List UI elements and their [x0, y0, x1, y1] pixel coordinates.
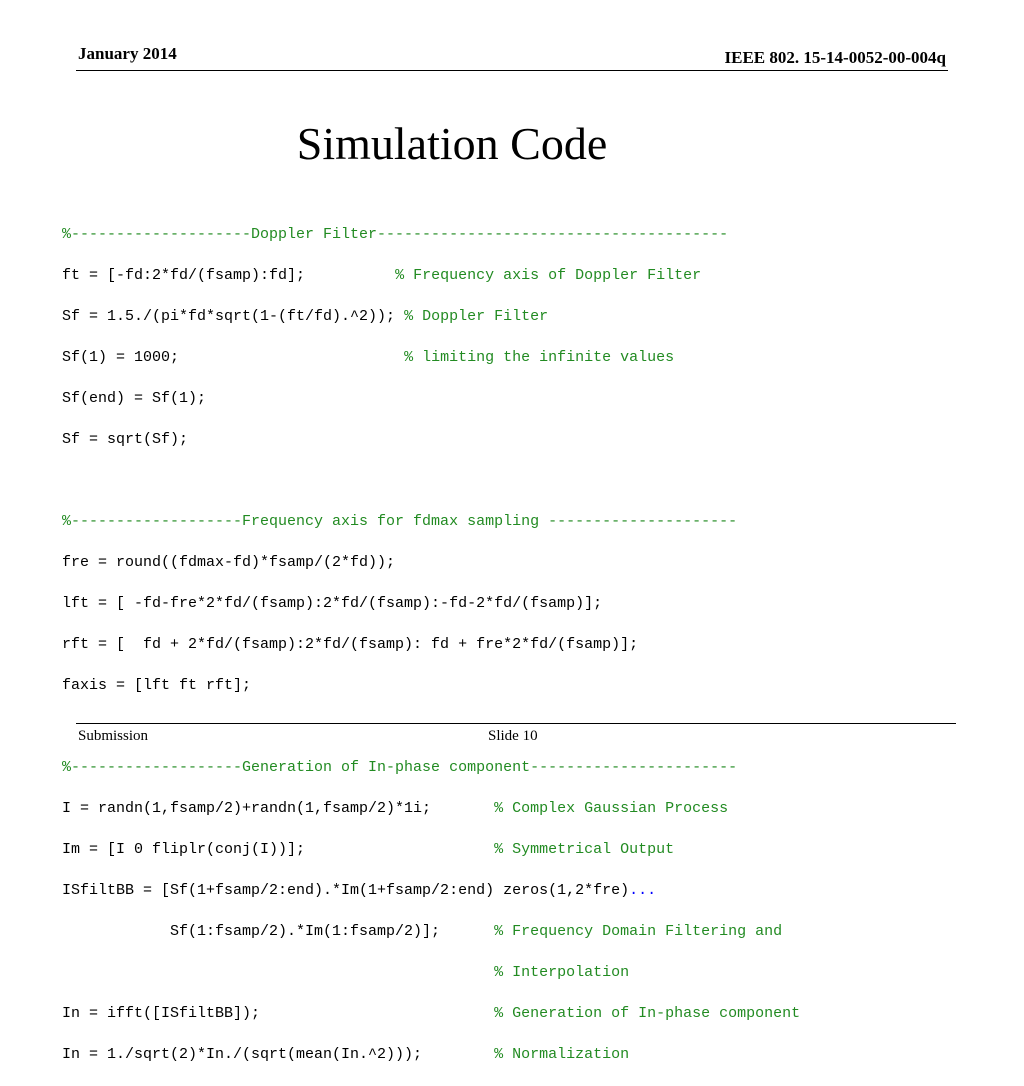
code-comment: % Generation of In-phase component — [494, 1004, 801, 1022]
code-line-6: Sf = sqrt(Sf); — [62, 430, 800, 451]
code-listing: %--------------------Doppler Filter-----… — [62, 204, 800, 1086]
code-line-20: In = ifft([ISfiltBB]); % Generation of I… — [62, 1004, 800, 1025]
code-statement: rft = [ fd + 2*fd/(fsamp):2*fd/(fsamp): … — [62, 635, 639, 653]
code-comment: % Frequency Domain Filtering and — [494, 922, 783, 940]
code-statement: In = ifft([ISfiltBB]); — [62, 1004, 261, 1022]
code-line-19: % Interpolation — [62, 963, 800, 984]
code-comment: %-------------------Generation of In-pha… — [62, 758, 738, 776]
code-statement: Sf = sqrt(Sf); — [62, 430, 189, 448]
code-line-2: ft = [-fd:2*fd/(fsamp):fd]; % Frequency … — [62, 266, 800, 287]
code-statement: Im = [I 0 fliplr(conj(I))]; — [62, 840, 306, 858]
code-line-10: lft = [ -fd-fre*2*fd/(fsamp):2*fd/(fsamp… — [62, 594, 800, 615]
code-padding — [395, 308, 404, 325]
code-line-5: Sf(end) = Sf(1); — [62, 389, 800, 410]
code-comment: % Normalization — [494, 1045, 630, 1063]
code-line-3: Sf = 1.5./(pi*fd*sqrt(1-(ft/fd).^2)); % … — [62, 307, 800, 328]
header-date: January 2014 — [78, 44, 177, 63]
code-line-18: Sf(1:fsamp/2).*Im(1:fsamp/2)]; % Frequen… — [62, 922, 800, 943]
code-padding — [422, 1046, 494, 1063]
slide-title: Simulation Code — [296, 118, 608, 169]
code-statement: lft = [ -fd-fre*2*fd/(fsamp):2*fd/(fsamp… — [62, 594, 603, 612]
code-statement: Sf(1:fsamp/2).*Im(1:fsamp/2)]; — [62, 922, 441, 940]
code-comment: %-------------------Frequency axis for f… — [62, 512, 738, 530]
footer-submission: Submission — [78, 728, 149, 744]
code-padding — [305, 841, 494, 858]
code-statement: Sf = 1.5./(pi*fd*sqrt(1-(ft/fd).^2)); — [62, 307, 396, 325]
code-line-16: Im = [I 0 fliplr(conj(I))]; % Symmetrica… — [62, 840, 800, 861]
code-comment: % limiting the infinite values — [404, 348, 675, 366]
code-statement: I = randn(1,fsamp/2)+randn(1,fsamp/2)*1i… — [62, 799, 432, 817]
code-line-4: Sf(1) = 1000; % limiting the infinite va… — [62, 348, 800, 369]
code-line-12: faxis = [lft ft rft]; — [62, 676, 800, 697]
code-padding — [440, 923, 494, 940]
code-padding — [305, 267, 395, 284]
code-statement: faxis = [lft ft rft]; — [62, 676, 252, 694]
code-statement: In = 1./sqrt(2)*In./(sqrt(mean(In.^2))); — [62, 1045, 423, 1063]
code-statement: Sf(end) = Sf(1); — [62, 389, 207, 407]
code-comment: %--------------------Doppler Filter-----… — [62, 225, 729, 243]
code-line-9: fre = round((fdmax-fd)*fsamp/(2*fd)); — [62, 553, 800, 574]
slide-number: Slide 10 — [488, 728, 538, 744]
code-comment: % Frequency axis of Doppler Filter — [395, 266, 702, 284]
code-padding — [431, 800, 494, 817]
code-comment: % Doppler Filter — [404, 307, 549, 325]
header-document-id: IEEE 802. 15-14-0052-00-004q — [724, 48, 946, 67]
code-padding — [179, 349, 404, 366]
code-padding — [62, 964, 494, 981]
code-statement: ISfiltBB = [Sf(1+fsamp/2:end).*Im(1+fsam… — [62, 881, 630, 899]
code-line-21: In = 1./sqrt(2)*In./(sqrt(mean(In.^2)));… — [62, 1045, 800, 1066]
code-line-11: rft = [ fd + 2*fd/(fsamp):2*fd/(fsamp): … — [62, 635, 800, 656]
line-continuation: ... — [629, 881, 657, 899]
code-line-17: ISfiltBB = [Sf(1+fsamp/2:end).*Im(1+fsam… — [62, 881, 800, 902]
header-divider — [76, 70, 948, 71]
code-comment: % Interpolation — [494, 963, 630, 981]
code-statement: ft = [-fd:2*fd/(fsamp):fd]; — [62, 266, 306, 284]
code-comment: % Symmetrical Output — [494, 840, 675, 858]
footer-divider — [76, 723, 956, 724]
code-line-15: I = randn(1,fsamp/2)+randn(1,fsamp/2)*1i… — [62, 799, 800, 820]
code-padding — [260, 1005, 494, 1022]
code-statement: fre = round((fdmax-fd)*fsamp/(2*fd)); — [62, 553, 396, 571]
code-line-1: %--------------------Doppler Filter-----… — [62, 225, 800, 246]
code-line-8: %-------------------Frequency axis for f… — [62, 512, 800, 533]
code-comment: % Complex Gaussian Process — [494, 799, 729, 817]
code-statement: Sf(1) = 1000; — [62, 348, 180, 366]
